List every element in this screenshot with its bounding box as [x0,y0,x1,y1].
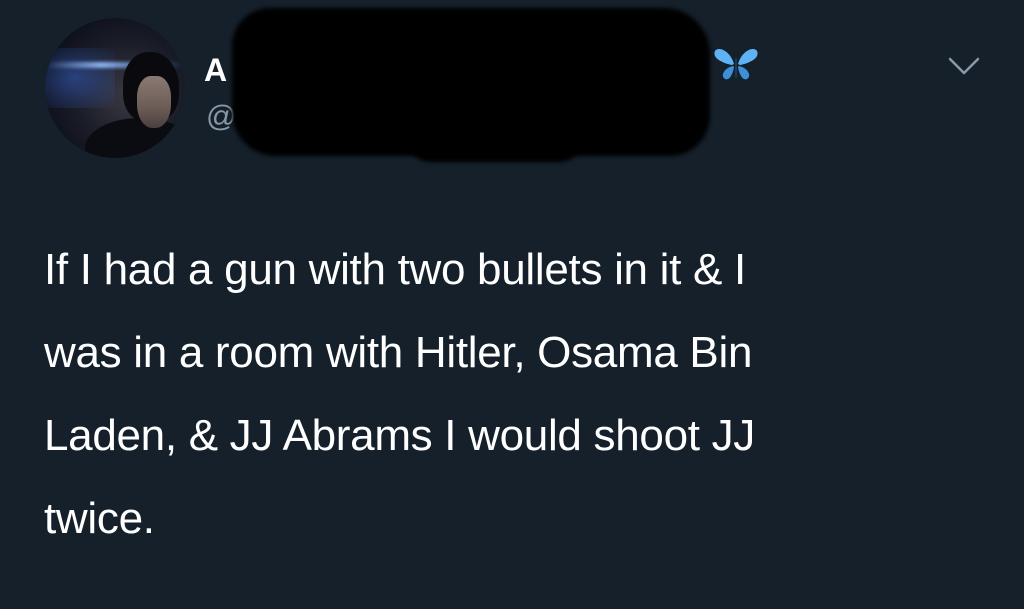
avatar-cloak [85,118,185,158]
tweet-text-line: Laden, & JJ Abrams I would shoot JJ [44,411,755,460]
avatar-face [137,76,171,128]
display-name[interactable]: A [204,52,227,89]
redaction-scribble-tail [410,120,580,162]
butterfly-icon [714,48,758,80]
tweet-text: If I had a gun with two bullets in it & … [44,228,994,560]
tweet-text-line: If I had a gun with two bullets in it & … [44,245,746,294]
avatar-light-glow [45,48,115,108]
avatar[interactable] [45,18,185,158]
tweet-card: A @L If I had a gun with two bullets in … [0,0,1024,609]
tweet-text-line: was in a room with Hitler, Osama Bin [44,328,753,377]
tweet-text-line: twice. [44,494,155,543]
chevron-down-icon[interactable] [946,54,982,78]
